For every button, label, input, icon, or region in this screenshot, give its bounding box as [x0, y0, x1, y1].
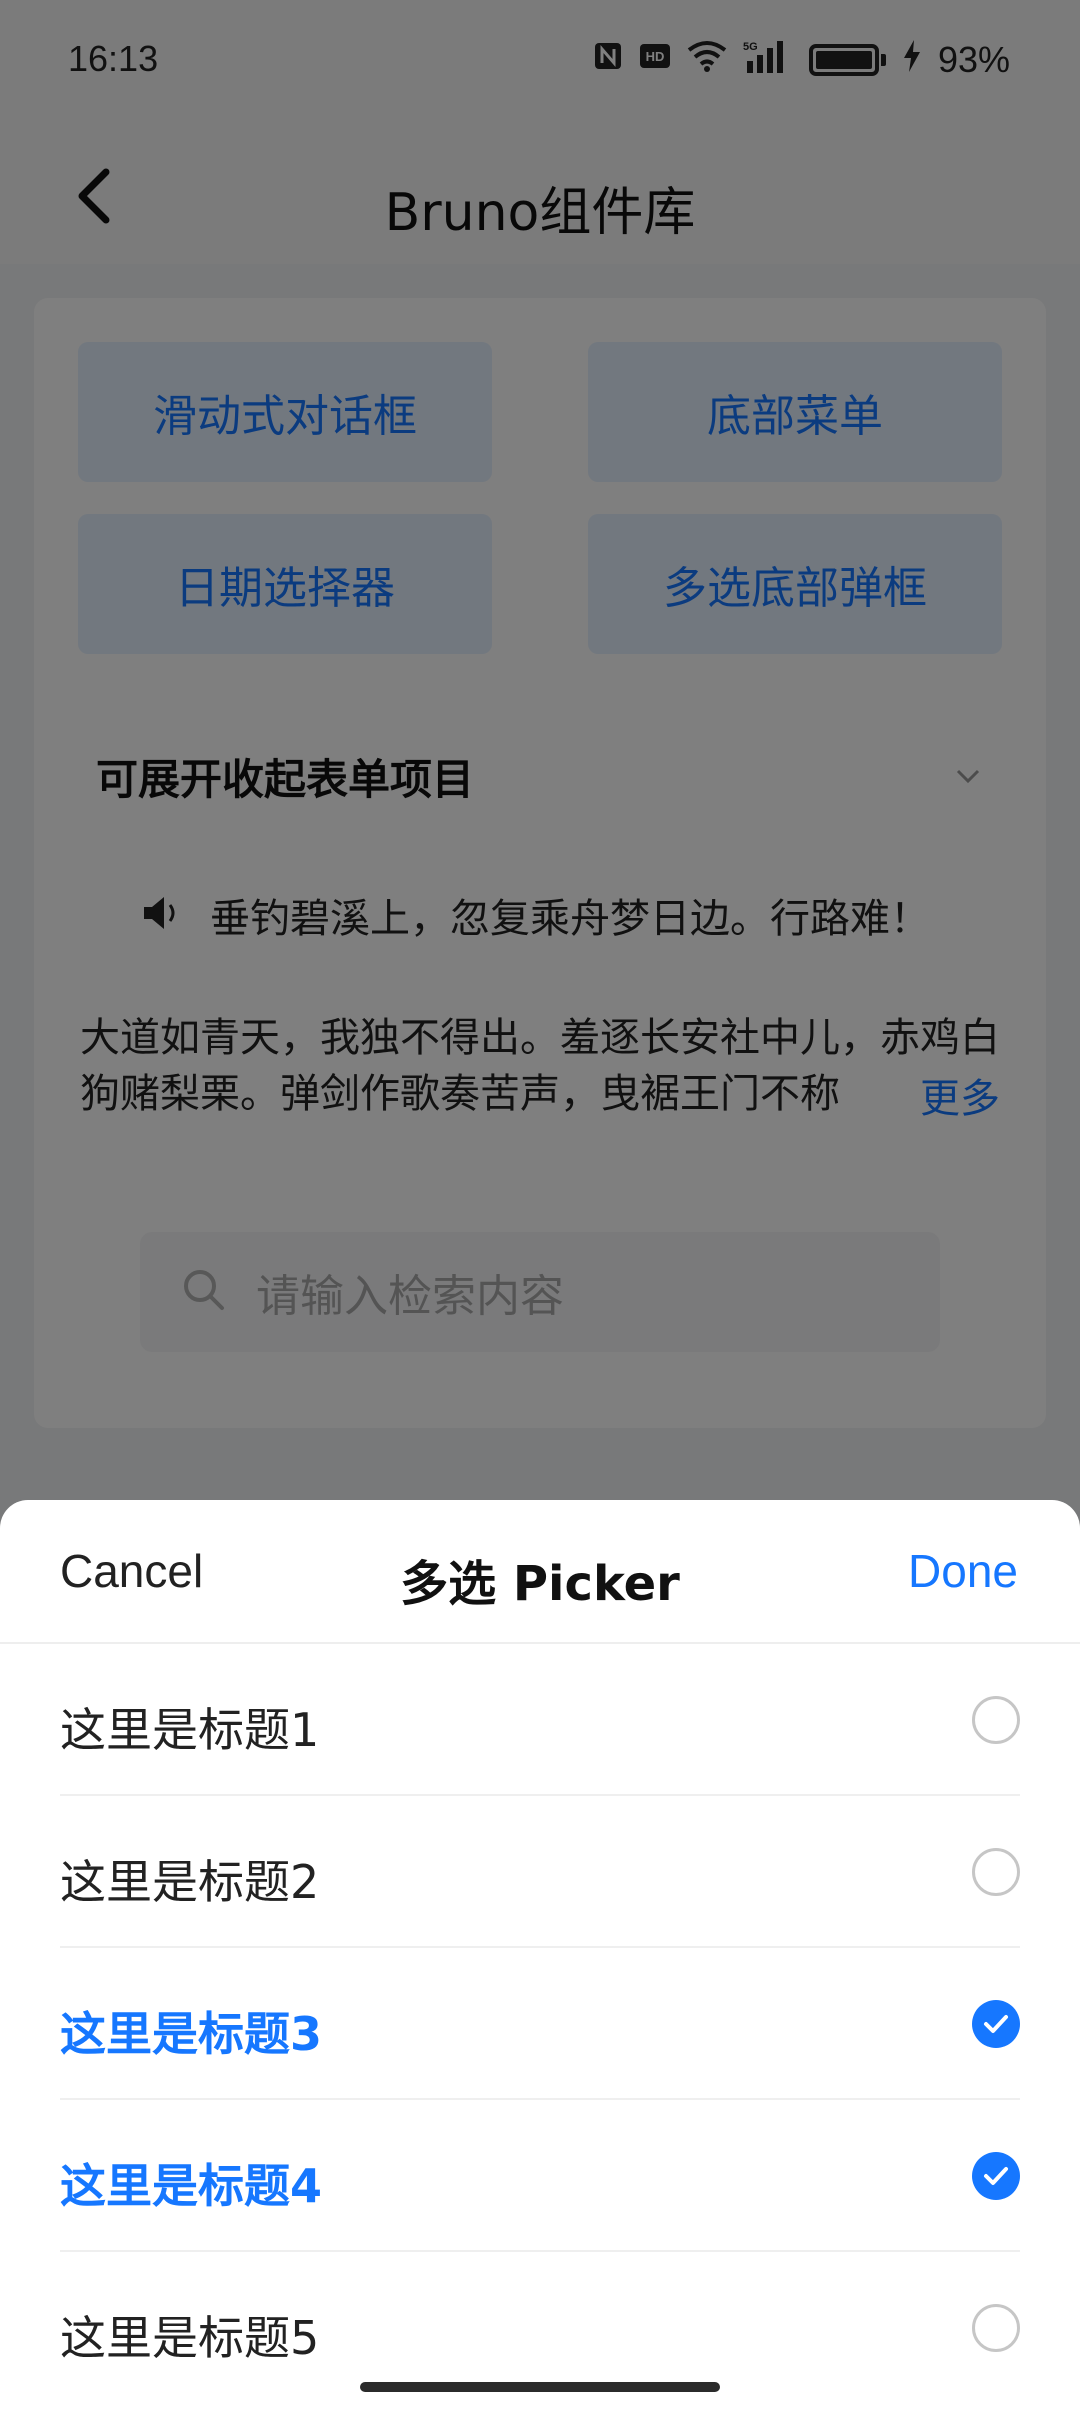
picker-option[interactable]: 这里是标题1 [60, 1644, 1020, 1796]
picker-option[interactable]: 这里是标题3 [60, 1948, 1020, 2100]
option-label: 这里是标题2 [60, 1855, 320, 1909]
picker-option[interactable]: 这里是标题2 [60, 1796, 1020, 1948]
radio-unchecked-icon[interactable] [972, 2304, 1020, 2352]
picker-option[interactable]: 这里是标题4 [60, 2100, 1020, 2252]
check-circle-icon[interactable] [972, 2000, 1020, 2048]
radio-unchecked-icon[interactable] [972, 1696, 1020, 1744]
picker-header: Cancel 多选 Picker Done [0, 1500, 1080, 1644]
done-button[interactable]: Done [908, 1544, 1018, 1598]
multi-select-picker: Cancel 多选 Picker Done 这里是标题1 这里是标题2 这里是标… [0, 1500, 1080, 2412]
option-label: 这里是标题4 [60, 2159, 323, 2213]
check-circle-icon[interactable] [972, 2152, 1020, 2200]
option-label: 这里是标题5 [60, 2311, 320, 2365]
radio-unchecked-icon[interactable] [972, 1848, 1020, 1896]
home-indicator[interactable] [360, 2382, 720, 2392]
option-label: 这里是标题3 [60, 2007, 323, 2061]
option-label: 这里是标题1 [60, 1703, 320, 1757]
